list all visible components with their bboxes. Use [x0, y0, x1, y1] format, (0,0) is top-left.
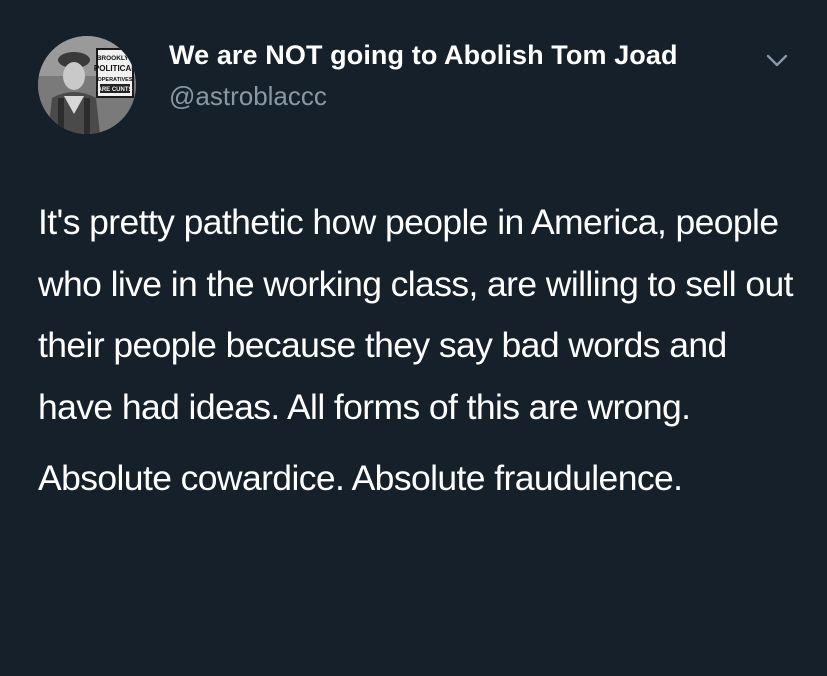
- tweet-text: It's pretty pathetic how people in Ameri…: [38, 192, 808, 510]
- display-name[interactable]: We are NOT going to Abolish Tom Joad: [169, 40, 678, 71]
- user-handle[interactable]: @astroblaccc: [169, 81, 327, 112]
- avatar-sign-line-4: ARE CUNTS: [97, 87, 132, 93]
- tweet-paragraph: It's pretty pathetic how people in Ameri…: [38, 202, 793, 427]
- avatar-sign-line-2: POLITICAL: [94, 64, 136, 73]
- avatar-image: BROOKLYN POLITICAL OPERATIVES ARE CUNTS: [38, 36, 136, 134]
- avatar[interactable]: BROOKLYN POLITICAL OPERATIVES ARE CUNTS: [38, 36, 136, 134]
- avatar-sign-line-3: OPERATIVES: [97, 77, 132, 83]
- tweet-header: BROOKLYN POLITICAL OPERATIVES ARE CUNTS …: [38, 36, 798, 136]
- avatar-sign-line-1: BROOKLYN: [97, 55, 134, 62]
- tweet: BROOKLYN POLITICAL OPERATIVES ARE CUNTS …: [0, 0, 827, 676]
- chevron-down-icon[interactable]: [766, 54, 788, 68]
- tweet-paragraph: Absolute cowardice. Absolute fraudulence…: [38, 458, 683, 498]
